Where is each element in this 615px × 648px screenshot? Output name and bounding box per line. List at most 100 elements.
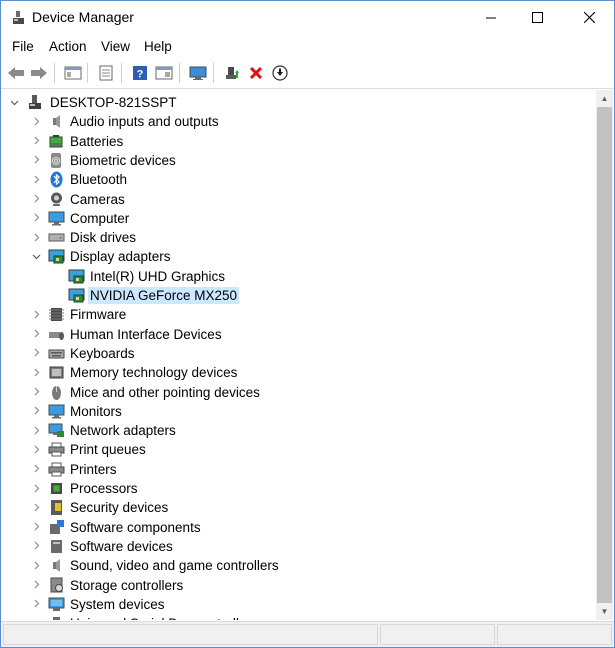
collapsed-chevron-icon[interactable]	[31, 154, 41, 166]
tree-item-label: Software devices	[70, 538, 173, 554]
network-icon	[48, 422, 65, 439]
device-tree[interactable]: DESKTOP-821SSPT Audio inputs and outputs B…	[3, 90, 595, 620]
tree-category-item[interactable]: Human Interface Devices	[3, 325, 595, 344]
tree-item-label: Print queues	[70, 442, 146, 458]
show-hide-console-tree-icon[interactable]	[62, 62, 84, 84]
tree-item-label: Processors	[70, 481, 138, 496]
scroll-down-icon[interactable]: ▼	[596, 603, 613, 620]
tree-category-item[interactable]: Print queues	[3, 440, 595, 459]
processor-icon	[48, 480, 65, 497]
properties-icon[interactable]	[95, 62, 117, 84]
collapsed-chevron-icon[interactable]	[31, 501, 41, 513]
tree-category-item[interactable]: Universal Serial Bus controllers	[3, 614, 595, 620]
toolbar-separator	[54, 63, 55, 83]
tree-category-item[interactable]: Security devices	[3, 498, 595, 517]
tree-category-item[interactable]: Computer	[3, 209, 595, 228]
menu-bar: File Action View Help	[1, 35, 614, 57]
tree-category-item[interactable]: Keyboards	[3, 344, 595, 363]
tree-category-item[interactable]: Biometric devices	[3, 151, 595, 170]
expanded-chevron-icon[interactable]	[31, 250, 41, 262]
collapsed-chevron-icon[interactable]	[31, 308, 41, 320]
collapsed-chevron-icon[interactable]	[31, 347, 41, 359]
collapsed-chevron-icon[interactable]	[31, 424, 41, 436]
uninstall-device-icon[interactable]	[245, 62, 267, 84]
collapsed-chevron-icon[interactable]	[31, 193, 41, 205]
tree-category-item[interactable]: Processors	[3, 479, 595, 498]
tree-item-label: Computer	[70, 210, 130, 226]
tree-category-item[interactable]: Firmware	[3, 305, 595, 324]
vertical-scrollbar[interactable]: ▲ ▼	[596, 90, 613, 620]
tree-category-item[interactable]: Software components	[3, 518, 595, 537]
menu-help[interactable]: Help	[144, 39, 172, 54]
device-manager-window: Device Manager File Action View Help ? D…	[0, 0, 615, 648]
close-button[interactable]	[566, 1, 612, 33]
tree-category-item[interactable]: Batteries	[3, 132, 595, 151]
tree-category-item[interactable]: Mice and other pointing devices	[3, 383, 595, 402]
tree-item-label: Security devices	[70, 500, 169, 516]
display-adapter-icon	[48, 248, 65, 265]
tree-category-item[interactable]: Display adapters	[3, 247, 595, 266]
tree-device-item[interactable]: Intel(R) UHD Graphics	[3, 267, 595, 286]
tree-category-item[interactable]: Bluetooth	[3, 170, 595, 189]
toolbar-separator	[121, 63, 122, 83]
collapsed-chevron-icon[interactable]	[31, 521, 41, 533]
collapsed-chevron-icon[interactable]	[31, 540, 41, 552]
menu-file[interactable]: File	[12, 39, 34, 54]
tree-category-item[interactable]: Network adapters	[3, 421, 595, 440]
collapsed-chevron-icon[interactable]	[31, 328, 41, 340]
disable-device-icon[interactable]	[269, 62, 291, 84]
tree-category-item[interactable]: System devices	[3, 595, 595, 614]
collapsed-chevron-icon[interactable]	[31, 482, 41, 494]
tree-item-label: Biometric devices	[70, 152, 176, 168]
tree-category-item[interactable]: Monitors	[3, 402, 595, 421]
tree-item-label: Universal Serial Bus controllers	[68, 615, 260, 620]
collapsed-chevron-icon[interactable]	[31, 173, 41, 185]
tree-category-item[interactable]: Memory technology devices	[3, 363, 595, 382]
minimize-button[interactable]	[468, 1, 514, 33]
title-bar[interactable]: Device Manager	[1, 1, 614, 34]
tree-item-label: DESKTOP-821SSPT	[50, 95, 177, 110]
tree-item-label: Audio inputs and outputs	[70, 114, 219, 130]
menu-action[interactable]: Action	[49, 39, 87, 54]
collapsed-chevron-icon[interactable]	[31, 463, 41, 475]
collapsed-chevron-icon[interactable]	[31, 115, 41, 127]
scrollbar-thumb[interactable]	[597, 107, 612, 603]
collapsed-chevron-icon[interactable]	[31, 212, 41, 224]
tree-category-item[interactable]: Cameras	[3, 190, 595, 209]
tree-category-item[interactable]: Audio inputs and outputs	[3, 112, 595, 131]
tree-item-label: Storage controllers	[70, 577, 184, 593]
tree-device-item[interactable]: NVIDIA GeForce MX250	[3, 286, 595, 305]
tree-root-item[interactable]: DESKTOP-821SSPT	[3, 93, 595, 112]
collapsed-chevron-icon[interactable]	[31, 231, 41, 243]
update-driver-icon[interactable]	[221, 62, 243, 84]
display-adapter-icon	[68, 268, 85, 285]
tree-category-item[interactable]: Software devices	[3, 537, 595, 556]
collapsed-chevron-icon[interactable]	[31, 405, 41, 417]
collapsed-chevron-icon[interactable]	[31, 617, 41, 620]
scan-hardware-icon[interactable]	[187, 62, 209, 84]
forward-icon[interactable]	[28, 62, 50, 84]
tree-category-item[interactable]: Sound, video and game controllers	[3, 556, 595, 575]
tree-category-item[interactable]: Storage controllers	[3, 576, 595, 595]
computer-icon	[48, 210, 65, 227]
hid-icon	[48, 326, 65, 343]
help-icon[interactable]: ?	[129, 62, 151, 84]
expanded-chevron-icon[interactable]	[9, 96, 19, 108]
tree-category-item[interactable]: Disk drives	[3, 228, 595, 247]
collapsed-chevron-icon[interactable]	[31, 135, 41, 147]
collapsed-chevron-icon[interactable]	[31, 598, 41, 610]
maximize-button[interactable]	[514, 1, 560, 33]
menu-view[interactable]: View	[101, 39, 130, 54]
system-icon	[48, 596, 65, 613]
back-icon[interactable]	[5, 62, 27, 84]
collapsed-chevron-icon[interactable]	[31, 366, 41, 378]
collapsed-chevron-icon[interactable]	[31, 386, 41, 398]
collapsed-chevron-icon[interactable]	[31, 579, 41, 591]
collapsed-chevron-icon[interactable]	[31, 559, 41, 571]
toolbar: ?	[1, 58, 614, 89]
tree-category-item[interactable]: Printers	[3, 460, 595, 479]
tree-item-label: Software components	[70, 519, 201, 535]
action-pane-icon[interactable]	[153, 62, 175, 84]
collapsed-chevron-icon[interactable]	[31, 443, 41, 455]
scroll-up-icon[interactable]: ▲	[596, 90, 613, 107]
